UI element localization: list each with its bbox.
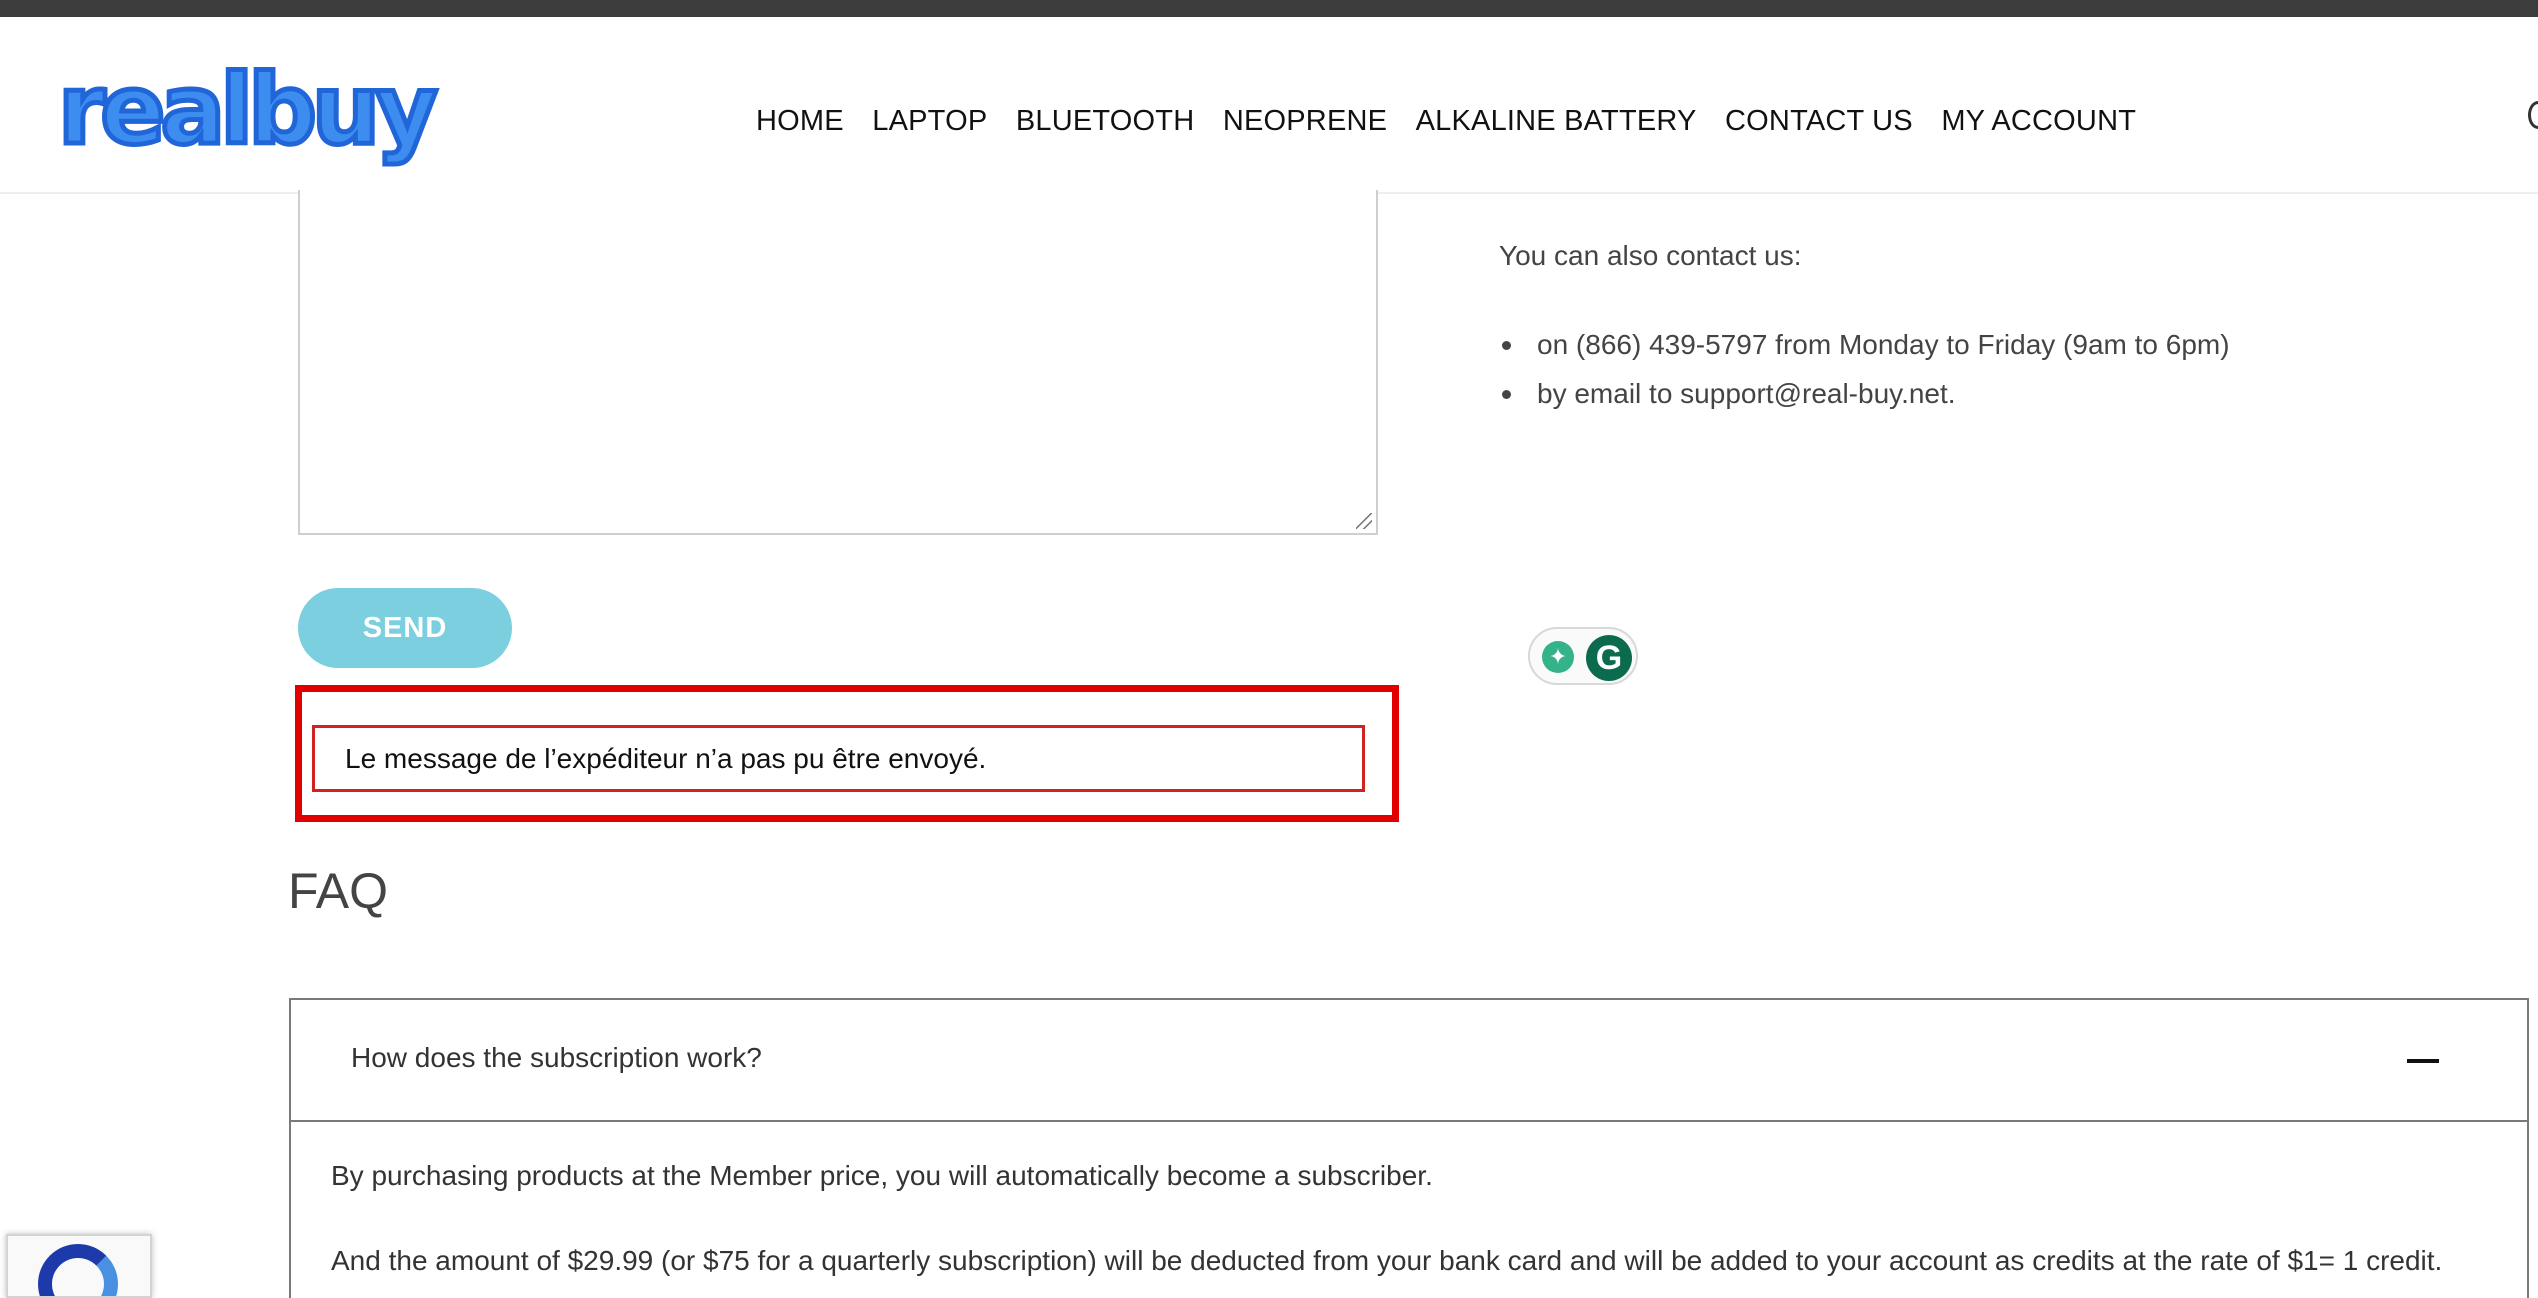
nav-alkaline-battery[interactable]: ALKALINE BATTERY: [1416, 101, 1697, 141]
error-message: Le message de l’expéditeur n’a pas pu êt…: [312, 725, 1365, 792]
recaptcha-badge[interactable]: [6, 1234, 152, 1298]
contact-email-item: by email to support@real-buy.net.: [1499, 374, 2230, 423]
faq-answer-line-1: By purchasing products at the Member pri…: [331, 1160, 1433, 1191]
contact-list: on (866) 439-5797 from Monday to Friday …: [1499, 325, 2230, 423]
faq-question-header[interactable]: How does the subscription work?: [291, 1000, 2527, 1122]
realbuy-logo[interactable]: realbuy: [56, 52, 441, 169]
faq-title: FAQ: [288, 863, 389, 919]
send-button[interactable]: SEND: [298, 588, 512, 668]
minus-icon[interactable]: [2407, 1059, 2439, 1063]
grammarly-widget[interactable]: ✦ G: [1528, 627, 1638, 685]
contact-intro: You can also contact us:: [1499, 240, 1802, 271]
recaptcha-icon: [38, 1244, 118, 1296]
search-icon[interactable]: [2528, 101, 2538, 129]
nav-contact-us[interactable]: CONTACT US: [1725, 101, 1913, 141]
nav-home[interactable]: HOME: [756, 101, 844, 141]
message-textarea[interactable]: ✦ G: [298, 190, 1638, 685]
faq-accordion-item: How does the subscription work? By purch…: [289, 998, 2529, 1298]
contact-phone-text: on (866) 439-5797 from Monday to Friday …: [1537, 329, 2230, 360]
contact-email-text: by email to support@real-buy.net.: [1537, 378, 1956, 409]
nav-my-account[interactable]: MY ACCOUNT: [1941, 101, 2136, 141]
bullet-icon: [1502, 341, 1511, 350]
faq-answer-line-2: And the amount of $29.99 (or $75 for a q…: [331, 1245, 2443, 1276]
main-nav: HOME LAPTOP BLUETOOTH NEOPRENE ALKALINE …: [756, 101, 2136, 141]
nav-bluetooth[interactable]: BLUETOOTH: [1016, 101, 1195, 141]
lightbulb-icon[interactable]: ✦: [1542, 641, 1574, 673]
browser-top-bar: [0, 0, 2538, 17]
bullet-icon: [1502, 390, 1511, 399]
faq-question-text[interactable]: How does the subscription work?: [351, 1042, 762, 1074]
site-header: realbuy HOME LAPTOP BLUETOOTH NEOPRENE A…: [0, 17, 2538, 194]
nav-neoprene[interactable]: NEOPRENE: [1223, 101, 1387, 141]
contact-phone-item: on (866) 439-5797 from Monday to Friday …: [1499, 325, 2230, 374]
nav-laptop[interactable]: LAPTOP: [872, 101, 987, 141]
resize-handle-icon[interactable]: [1356, 513, 1372, 529]
grammarly-g-icon[interactable]: G: [1586, 635, 1632, 681]
